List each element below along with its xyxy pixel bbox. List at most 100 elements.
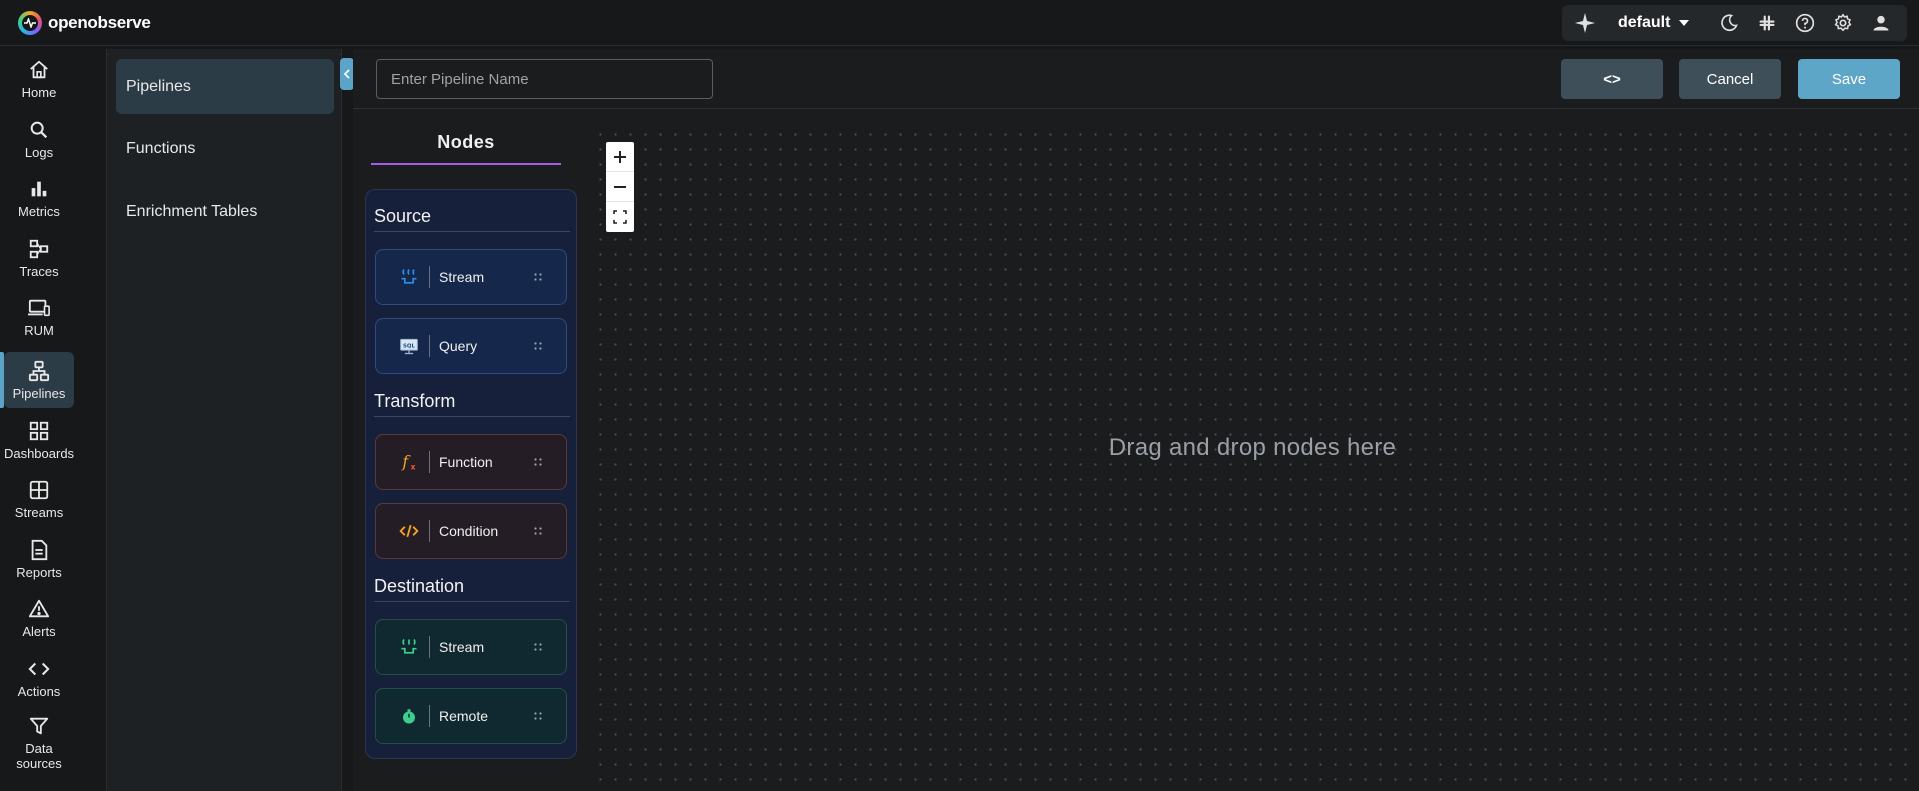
ai-sparkle-icon[interactable]	[1566, 5, 1604, 41]
chevron-left-icon	[343, 69, 350, 79]
bar-chart-icon	[31, 181, 47, 196]
nav-label: Pipelines	[12, 385, 66, 401]
node-label: Remote	[439, 708, 489, 724]
nav-label: Actions	[17, 683, 61, 699]
report-icon	[31, 539, 48, 560]
stream-input-icon	[398, 266, 420, 288]
pipelines-icon	[28, 360, 50, 381]
nav-item-streams[interactable]: Streams	[4, 471, 74, 527]
section-title-source: Source	[374, 202, 570, 232]
drag-handle-icon[interactable]	[533, 457, 543, 467]
save-button[interactable]: Save	[1798, 59, 1900, 99]
org-selector[interactable]: default	[1618, 14, 1690, 32]
nav-item-alerts[interactable]: Alerts	[4, 590, 74, 646]
user-avatar-icon[interactable]	[1862, 5, 1900, 41]
node-label: Stream	[439, 639, 485, 655]
top-bar: openobserve default	[0, 0, 1919, 46]
submenu-item-pipelines[interactable]: Pipelines	[116, 59, 334, 114]
dashboard-icon	[29, 421, 49, 440]
submenu-item-functions[interactable]: Functions	[116, 121, 334, 176]
minus-icon	[614, 185, 626, 188]
section-title-destination: Destination	[374, 572, 570, 602]
pipeline-name-input[interactable]	[376, 59, 713, 99]
node-label: Stream	[439, 269, 485, 285]
nodes-tab[interactable]: Nodes	[371, 121, 561, 165]
drag-handle-icon[interactable]	[533, 341, 543, 351]
submenu-item-enrichment-tables[interactable]: Enrichment Tables	[116, 184, 334, 239]
nav-item-home[interactable]: Home	[4, 51, 74, 107]
alert-icon	[28, 599, 50, 617]
drag-handle-icon[interactable]	[533, 526, 543, 536]
node-divider	[429, 451, 430, 473]
function-icon: fx	[398, 451, 420, 473]
node-divider	[429, 520, 430, 542]
app-logo[interactable]: openobserve	[18, 10, 151, 36]
settings-gear-icon[interactable]	[1824, 5, 1862, 41]
home-icon	[30, 60, 48, 78]
node-divider	[429, 636, 430, 658]
slack-icon[interactable]	[1748, 5, 1786, 41]
node-label: Function	[439, 454, 493, 470]
nav-label: Data sources	[16, 741, 62, 771]
cancel-button[interactable]: Cancel	[1679, 59, 1781, 99]
node-label: Condition	[439, 523, 499, 539]
svg-text:SQL: SQL	[403, 343, 415, 349]
nav-label: Dashboards	[3, 445, 75, 461]
nav-item-dashboards[interactable]: Dashboards	[4, 412, 74, 468]
nav-item-actions[interactable]: Actions	[4, 650, 74, 706]
nav-item-reports[interactable]: Reports	[4, 531, 74, 587]
nav-item-data-sources[interactable]: Data sources	[4, 711, 74, 775]
left-nav: Home Logs Metrics Traces RUM Pipelines D…	[0, 49, 80, 791]
svg-text:f: f	[401, 452, 411, 471]
nav-label: Reports	[16, 564, 62, 580]
nav-label: Logs	[24, 144, 54, 160]
plus-icon	[614, 150, 626, 163]
drop-hint: Drag and drop nodes here	[1108, 434, 1397, 461]
node-source-query[interactable]: SQL Query	[375, 318, 567, 374]
drag-handle-icon[interactable]	[533, 272, 543, 282]
help-icon[interactable]	[1786, 5, 1824, 41]
nav-label: Streams	[14, 504, 64, 520]
streams-icon	[29, 480, 49, 499]
pipeline-editor: <> Cancel Save Nodes Source Stream SQL Q…	[353, 49, 1919, 791]
fit-view-button[interactable]	[606, 202, 634, 232]
pipelines-submenu: Pipelines Functions Enrichment Tables	[106, 49, 342, 791]
node-destination-remote[interactable]: Remote	[375, 688, 567, 744]
app-name: openobserve	[48, 13, 151, 32]
devices-icon	[28, 299, 50, 316]
remote-icon	[398, 705, 420, 727]
stream-output-icon	[398, 636, 420, 658]
drag-handle-icon[interactable]	[533, 642, 543, 652]
caret-down-icon	[1679, 20, 1690, 26]
drag-handle-icon[interactable]	[533, 711, 543, 721]
zoom-controls	[606, 142, 634, 232]
zoom-out-button[interactable]	[606, 172, 634, 202]
node-transform-condition[interactable]: Condition	[375, 503, 567, 559]
node-divider	[429, 335, 430, 357]
logo-icon	[18, 11, 42, 35]
code-icon	[28, 662, 50, 675]
nodes-palette: Source Stream SQL Query Transform fx Fun…	[365, 189, 577, 759]
zoom-in-button[interactable]	[606, 142, 634, 172]
nav-item-metrics[interactable]: Metrics	[4, 170, 74, 226]
view-json-button[interactable]: <>	[1561, 59, 1663, 99]
collapse-menu-button[interactable]	[340, 58, 354, 90]
dark-mode-icon[interactable]	[1710, 5, 1748, 41]
nav-item-logs[interactable]: Logs	[4, 111, 74, 167]
filter-icon	[29, 717, 49, 735]
search-icon	[30, 121, 48, 138]
condition-icon	[398, 520, 420, 542]
org-name: default	[1618, 14, 1671, 31]
node-label: Query	[439, 338, 478, 354]
svg-text:x: x	[411, 463, 416, 472]
node-destination-stream[interactable]: Stream	[375, 619, 567, 675]
nav-item-traces[interactable]: Traces	[4, 230, 74, 286]
nav-label: Metrics	[18, 203, 60, 219]
nav-label: Traces	[19, 263, 59, 279]
node-transform-function[interactable]: fx Function	[375, 434, 567, 490]
nav-item-pipelines[interactable]: Pipelines	[0, 352, 74, 408]
node-source-stream[interactable]: Stream	[375, 249, 567, 305]
nav-item-rum[interactable]: RUM	[4, 289, 74, 345]
section-title-transform: Transform	[374, 387, 570, 417]
pipeline-canvas[interactable]: Drag and drop nodes here	[590, 124, 1915, 791]
